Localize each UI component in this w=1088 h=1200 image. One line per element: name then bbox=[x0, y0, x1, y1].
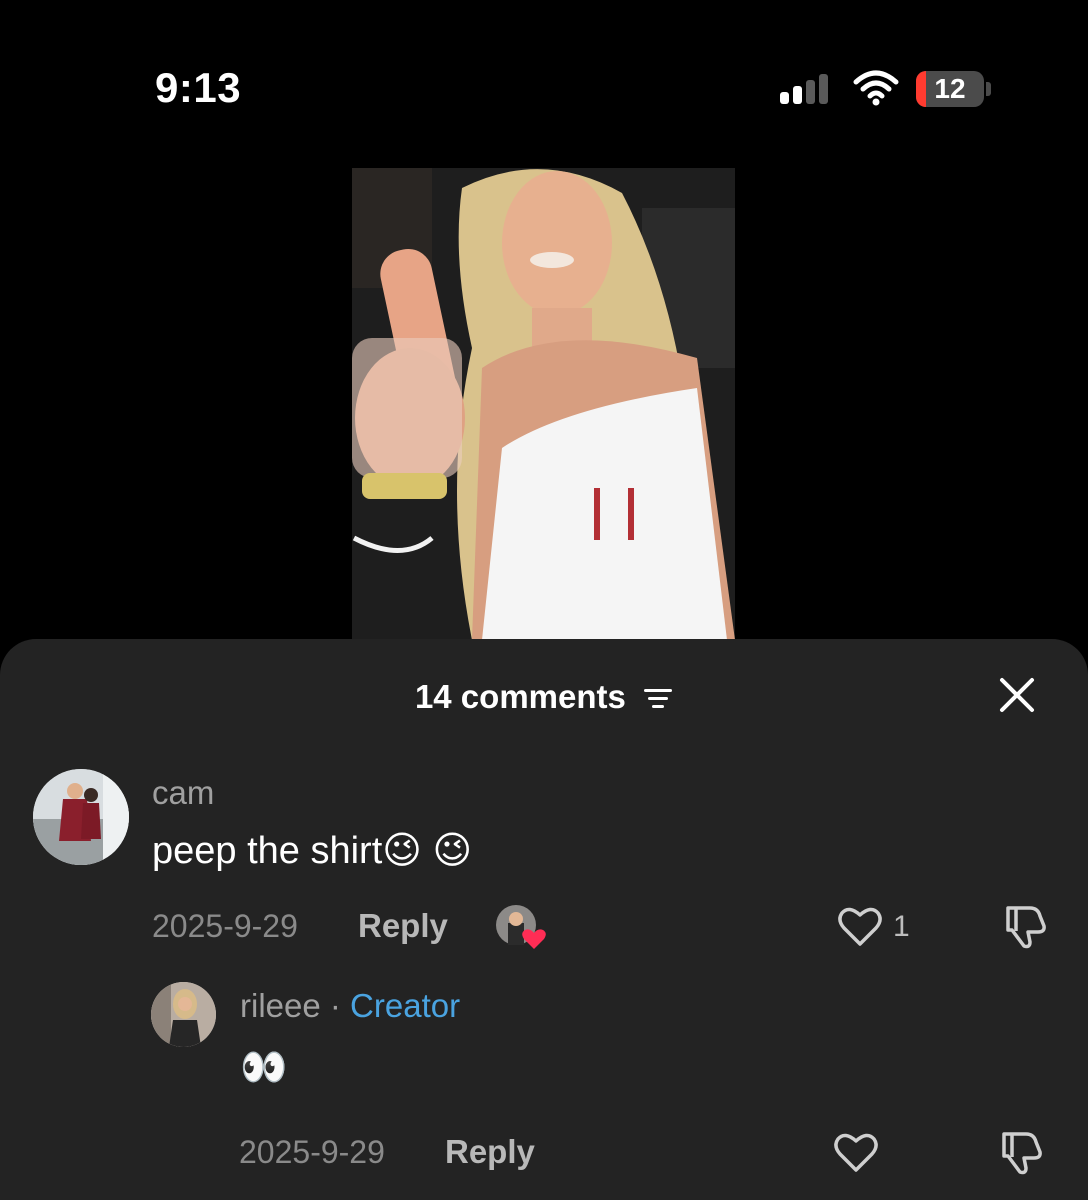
battery-icon: 12 bbox=[916, 71, 984, 107]
like-count: 1 bbox=[893, 910, 910, 943]
battery-tip bbox=[986, 82, 991, 96]
video-preview[interactable] bbox=[352, 168, 735, 640]
sort-filter-icon[interactable] bbox=[643, 686, 673, 712]
reply-username-line: rileee · Creator bbox=[240, 987, 460, 1025]
comment-date: 2025-9-29 bbox=[152, 908, 298, 944]
reply-username[interactable]: rileee bbox=[240, 987, 321, 1024]
comment-username[interactable]: cam bbox=[152, 774, 214, 812]
username-separator: · bbox=[320, 987, 351, 1024]
comments-count-title: 14 comments bbox=[414, 678, 626, 715]
dislike-icon[interactable] bbox=[1000, 904, 1048, 950]
reply-button[interactable]: Reply bbox=[445, 1133, 535, 1171]
reply-date: 2025-9-29 bbox=[239, 1134, 385, 1170]
wifi-icon bbox=[853, 70, 899, 106]
status-time: 9:13 bbox=[155, 64, 242, 111]
like-heart-icon[interactable] bbox=[832, 1130, 880, 1174]
like-heart-icon[interactable] bbox=[836, 904, 884, 948]
close-icon[interactable] bbox=[996, 674, 1038, 716]
creator-badge: Creator bbox=[350, 987, 461, 1024]
dislike-icon[interactable] bbox=[996, 1130, 1044, 1176]
comment-body: peep the shirt bbox=[152, 830, 383, 872]
comments-header: 14 comments bbox=[0, 678, 1088, 716]
avatar[interactable] bbox=[33, 769, 129, 865]
comment-text: peep the shirt😉 😉 bbox=[152, 828, 472, 873]
reply-text: 👀 bbox=[240, 1047, 288, 1089]
comment-emoji: 😉 😉 bbox=[382, 830, 473, 872]
reply-button[interactable]: Reply bbox=[358, 907, 448, 945]
avatar[interactable] bbox=[151, 982, 216, 1047]
creator-liked-badge bbox=[496, 905, 546, 949]
battery-level: 12 bbox=[934, 73, 966, 104]
cellular-signal-icon bbox=[780, 74, 832, 104]
